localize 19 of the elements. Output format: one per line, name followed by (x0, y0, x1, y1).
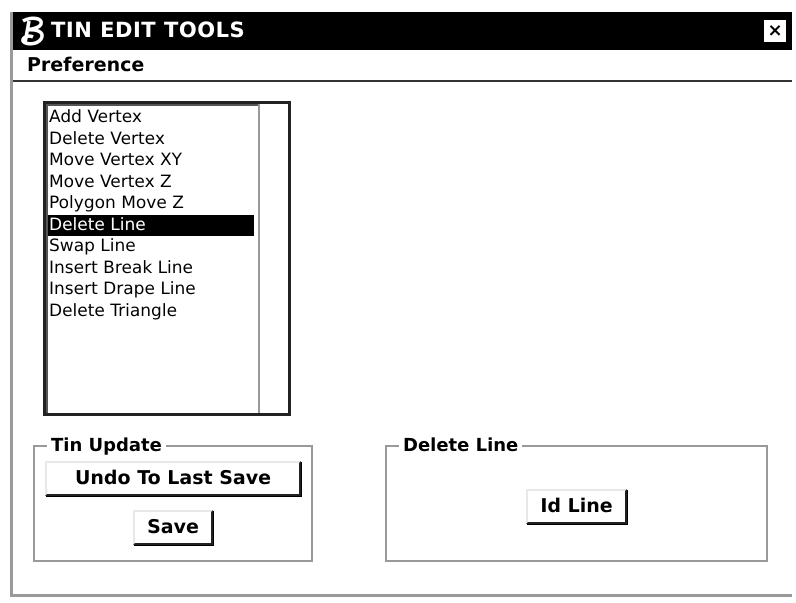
action-button[interactable]: Id Line (526, 489, 627, 524)
tool-list-item[interactable]: Insert Drape Line (48, 279, 254, 300)
group-title: Tin Update (50, 434, 163, 458)
tool-list-item[interactable]: Add Vertex (48, 107, 254, 128)
group-title: Delete Line (402, 434, 520, 458)
tool-list-item[interactable]: Move Vertex Z (48, 172, 254, 193)
window-title: TIN EDIT TOOLS (51, 17, 246, 44)
tool-list-item[interactable]: Insert Break Line (48, 258, 254, 279)
script-b-logo-icon (19, 15, 47, 47)
tool-list-item[interactable]: Delete Line (48, 214, 254, 236)
action-button[interactable]: Save (133, 510, 213, 545)
menu-item[interactable]: Preference (27, 50, 144, 80)
tool-list-item[interactable]: Delete Vertex (48, 128, 254, 150)
close-button[interactable]: × (764, 20, 786, 42)
action-button[interactable]: Undo To Last Save (45, 461, 301, 496)
tool-list-item[interactable]: Delete Triangle (48, 300, 254, 322)
tool-list-item[interactable]: Polygon Move Z (48, 193, 254, 214)
tool-list-item[interactable]: Swap Line (48, 236, 254, 258)
tool-list-item[interactable]: Move Vertex XY (48, 150, 254, 172)
